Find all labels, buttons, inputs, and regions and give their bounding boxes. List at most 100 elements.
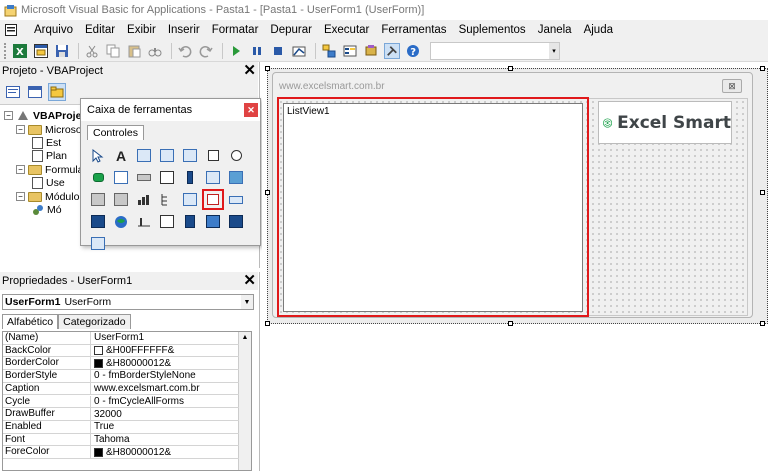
resize-handle[interactable] [760, 190, 765, 195]
resize-handle[interactable] [508, 321, 513, 326]
label-tool[interactable]: A [110, 145, 132, 166]
properties-window-icon[interactable] [342, 43, 358, 59]
tabstrip-tool[interactable] [156, 167, 178, 188]
treeview-tool[interactable] [156, 189, 178, 210]
commandbutton-tool[interactable] [133, 167, 155, 188]
spinbutton-tool[interactable] [87, 189, 109, 210]
tree-item-forms[interactable]: − Formula [16, 163, 84, 176]
listview-tool[interactable] [202, 189, 224, 210]
project-explorer-icon[interactable] [321, 43, 337, 59]
menu-janela[interactable]: Janela [532, 24, 578, 36]
property-row[interactable]: Font Tahoma [3, 433, 239, 447]
property-value[interactable]: &H80000012& [91, 446, 239, 458]
object-selector[interactable]: UserForm1 UserForm ▼ [2, 294, 254, 310]
listview-control[interactable]: ListView1 [283, 103, 583, 312]
property-row[interactable]: Enabled True [3, 420, 239, 434]
resize-handle[interactable] [508, 66, 513, 71]
image-tool[interactable] [225, 167, 247, 188]
close-properties-panel-icon[interactable]: ✕ [243, 272, 256, 290]
property-value[interactable]: UserForm1 [91, 332, 239, 344]
break-icon[interactable] [249, 43, 265, 59]
menu-depurar[interactable]: Depurar [264, 24, 318, 36]
toolbar-grip[interactable] [4, 42, 7, 59]
menu-exibir[interactable]: Exibir [121, 24, 162, 36]
property-value[interactable]: 32000 [91, 408, 239, 420]
menu-ajuda[interactable]: Ajuda [578, 24, 619, 36]
property-row[interactable]: BorderColor &H80000012& [3, 357, 239, 371]
menu-formatar[interactable]: Formatar [206, 24, 265, 36]
design-mode-icon[interactable] [291, 43, 307, 59]
tab-alfabetico[interactable]: Alfabético [2, 314, 59, 329]
tree-item-module[interactable]: Mó [32, 203, 62, 216]
resize-handle[interactable] [265, 321, 270, 326]
close-toolbox-icon[interactable]: ✕ [244, 103, 258, 117]
property-value[interactable]: &H80000012& [91, 357, 239, 369]
chevron-down-icon[interactable]: ▼ [241, 295, 253, 309]
property-row[interactable]: Caption www.excelsmart.com.br [3, 382, 239, 396]
statusbar-tool[interactable] [156, 211, 178, 232]
collapse-icon[interactable]: − [4, 111, 13, 120]
tab-categorizado[interactable]: Categorizado [58, 314, 131, 329]
property-row[interactable]: ForeColor &H80000012& [3, 446, 239, 459]
menu-editar[interactable]: Editar [79, 24, 121, 36]
resize-handle[interactable] [265, 190, 270, 195]
view-object-icon[interactable] [26, 83, 44, 101]
checkbox-tool[interactable] [202, 145, 224, 166]
menu-ferramentas[interactable]: Ferramentas [375, 24, 452, 36]
calendar-tool[interactable] [179, 189, 201, 210]
menu-inserir[interactable]: Inserir [162, 24, 206, 36]
listbox-tool[interactable] [179, 145, 201, 166]
grid-control-tool[interactable] [87, 211, 109, 232]
toggle-folders-icon[interactable] [48, 83, 66, 101]
property-value[interactable]: True [91, 421, 239, 433]
textbox-tool[interactable] [133, 145, 155, 166]
refedit-tool[interactable] [110, 189, 132, 210]
tree-item-microsoft-excel-objects[interactable]: − Microso [16, 123, 82, 136]
close-project-panel-icon[interactable]: ✕ [243, 62, 256, 80]
property-value[interactable]: &H00FFFFFF& [91, 345, 239, 357]
excel-smart-logo[interactable]: Excel Smart [598, 101, 732, 144]
optionbutton-tool[interactable] [225, 145, 247, 166]
paste-icon[interactable] [126, 43, 142, 59]
view-code-icon[interactable] [4, 83, 22, 101]
help-icon[interactable]: ? [405, 43, 421, 59]
web-browser-tool[interactable] [110, 211, 132, 232]
menu-executar[interactable]: Executar [318, 24, 375, 36]
datagrid-tool[interactable] [87, 233, 109, 254]
save-icon[interactable] [54, 43, 70, 59]
toolbox-icon[interactable] [384, 42, 400, 59]
tree-item-vbaproject[interactable]: − VBAProje [4, 109, 81, 122]
resize-handle[interactable] [760, 321, 765, 326]
collapse-icon[interactable]: − [16, 165, 25, 174]
form-control-tool[interactable] [225, 211, 247, 232]
property-row[interactable]: BorderStyle 0 - fmBorderStyleNone [3, 370, 239, 383]
property-value[interactable]: 0 - fmBorderStyleNone [91, 370, 239, 382]
select-objects-tool[interactable] [87, 145, 109, 166]
collapse-icon[interactable]: − [16, 192, 25, 201]
toolbar-control-tool[interactable] [202, 211, 224, 232]
reset-icon[interactable] [270, 43, 286, 59]
run-icon[interactable] [228, 43, 244, 59]
property-row[interactable]: BackColor &H00FFFFFF& [3, 344, 239, 358]
tree-item-workbook[interactable]: Est [32, 136, 61, 149]
multipage-tool[interactable] [179, 167, 201, 188]
tab-controls[interactable]: Controles [87, 125, 144, 140]
insert-userform-icon[interactable] [33, 43, 49, 59]
property-value[interactable]: www.excelsmart.com.br [91, 383, 239, 395]
resize-handle[interactable] [760, 66, 765, 71]
excel-icon[interactable]: X [12, 43, 28, 59]
tree-item-userform1[interactable]: Use [32, 176, 65, 189]
property-row[interactable]: DrawBuffer 32000 [3, 408, 239, 421]
property-row[interactable]: (Name) UserForm1 [3, 332, 239, 345]
progressbar-tool[interactable] [225, 189, 247, 210]
scrollbar-tool[interactable] [202, 167, 224, 188]
properties-scrollbar[interactable]: ▲ [238, 332, 251, 470]
undo-icon[interactable] [177, 43, 193, 59]
copy-icon[interactable] [105, 43, 121, 59]
scroll-up-icon[interactable]: ▲ [239, 332, 251, 344]
cut-icon[interactable] [84, 43, 100, 59]
tree-item-sheet[interactable]: Plan [32, 149, 67, 162]
imagelist-tool[interactable] [179, 211, 201, 232]
togglebutton-tool[interactable] [87, 167, 109, 188]
form-close-icon[interactable]: ⊠ [722, 79, 742, 93]
